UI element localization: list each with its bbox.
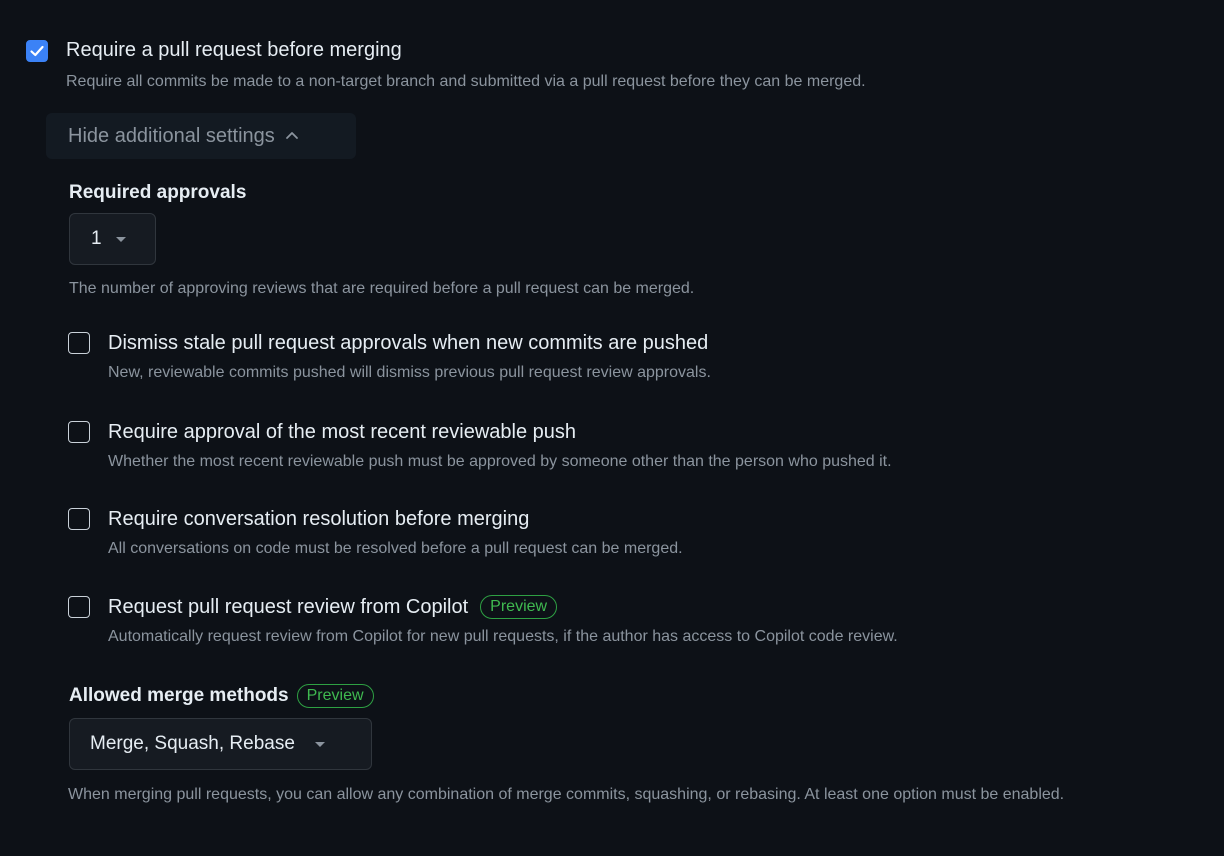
option-conversation-resolution: Require conversation resolution before m… [68,508,1208,568]
branch-protection-settings: Require a pull request before merging Re… [0,0,1224,856]
copilot-review-title-row[interactable]: Request pull request review from Copilot… [108,594,558,620]
option-dismiss-stale: Dismiss stale pull request approvals whe… [68,332,1208,392]
dismiss-stale-description: New, reviewable commits pushed will dism… [108,364,711,381]
hide-additional-settings-label: Hide additional settings [68,124,275,147]
option-copilot-review: Request pull request review from Copilot… [68,594,1208,656]
required-approvals-value: 1 [91,228,102,249]
dismiss-stale-checkbox[interactable] [68,332,90,354]
option-require-recent-push-approval: Require approval of the most recent revi… [68,421,1208,481]
merge-methods-title: Allowed merge methods [69,685,289,706]
conversation-resolution-checkbox[interactable] [68,508,90,530]
merge-methods-select[interactable]: Merge, Squash, Rebase [69,718,372,770]
triangle-down-icon [115,236,126,242]
required-approvals-select[interactable]: 1 [69,213,156,265]
merge-methods-value: Merge, Squash, Rebase [90,733,295,754]
require-pr-title[interactable]: Require a pull request before merging [66,37,402,63]
copilot-review-description: Automatically request review from Copilo… [108,628,898,645]
merge-methods-title-row: Allowed merge methods Preview [69,684,374,708]
triangle-down-icon [314,741,325,747]
recent-push-approval-checkbox[interactable] [68,421,90,443]
recent-push-approval-description: Whether the most recent reviewable push … [108,453,892,470]
check-icon [30,45,44,57]
chevron-up-icon [285,127,299,145]
conversation-resolution-description: All conversations on code must be resolv… [108,540,683,557]
require-pr-checkbox[interactable] [26,40,48,62]
copilot-preview-badge: Preview [480,595,558,619]
required-approvals-title: Required approvals [69,182,247,203]
dismiss-stale-title[interactable]: Dismiss stale pull request approvals whe… [108,330,708,356]
merge-methods-preview-badge: Preview [296,684,374,708]
require-pr-description: Require all commits be made to a non-tar… [66,73,866,90]
merge-methods-help: When merging pull requests, you can allo… [68,786,1065,803]
recent-push-approval-title[interactable]: Require approval of the most recent revi… [108,419,576,445]
conversation-resolution-title[interactable]: Require conversation resolution before m… [108,506,529,532]
copilot-review-title: Request pull request review from Copilot [108,596,469,618]
required-approvals-help: The number of approving reviews that are… [69,280,695,297]
hide-additional-settings-button[interactable]: Hide additional settings [46,113,356,159]
copilot-review-checkbox[interactable] [68,596,90,618]
